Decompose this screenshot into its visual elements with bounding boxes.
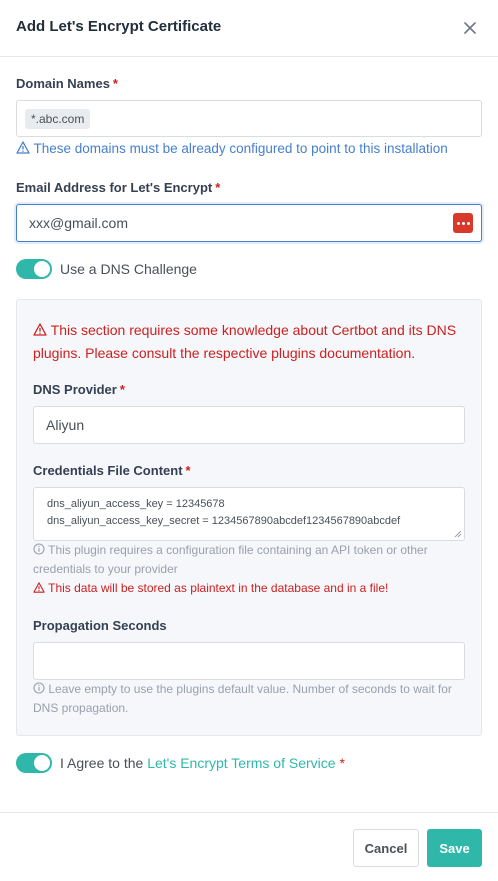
domain-tag[interactable]: *.abc.com: [25, 109, 91, 129]
warning-triangle-icon: [33, 323, 47, 336]
warning-triangle-icon: [33, 582, 45, 593]
info-circle-icon: [33, 543, 45, 555]
dns-challenge-panel: This section requires some knowledge abo…: [16, 299, 482, 736]
tos-link[interactable]: Let's Encrypt Terms of Service: [147, 755, 335, 771]
password-manager-icon[interactable]: [453, 213, 473, 233]
info-circle-icon: [33, 682, 45, 694]
credentials-textarea[interactable]: dns_aliyun_access_key = 12345678 dns_ali…: [33, 487, 465, 541]
agree-tos-label: I Agree to the Let's Encrypt Terms of Se…: [60, 755, 345, 771]
footer-divider: [0, 812, 498, 813]
dns-provider-label: DNS Provider *: [33, 382, 125, 397]
save-button[interactable]: Save: [427, 829, 482, 867]
credentials-info: This plugin requires a configuration fil…: [33, 543, 428, 576]
domain-names-input[interactable]: *.abc.com: [16, 100, 482, 137]
credentials-label: Credentials File Content *: [33, 463, 191, 478]
credentials-warning: This data will be stored as plaintext in…: [33, 579, 463, 597]
domain-help: These domains must be already configured…: [16, 140, 486, 158]
required-mark: *: [185, 463, 191, 478]
required-mark: *: [339, 755, 345, 771]
agree-tos-toggle[interactable]: [16, 753, 52, 773]
close-button[interactable]: [456, 14, 484, 42]
required-mark: *: [119, 382, 125, 397]
cancel-button[interactable]: Cancel: [353, 829, 419, 867]
dns-challenge-toggle[interactable]: [16, 259, 52, 279]
email-label: Email Address for Let's Encrypt *: [16, 180, 221, 195]
modal-header: Add Let's Encrypt Certificate: [0, 0, 498, 57]
propagation-seconds-input[interactable]: [33, 642, 465, 680]
credentials-line-2: dns_aliyun_access_key_secret = 123456789…: [47, 515, 401, 527]
close-icon[interactable]: [464, 22, 476, 34]
email-value: xxx@gmail.com: [29, 215, 129, 231]
dns-panel-warning: This section requires some knowledge abo…: [33, 322, 457, 361]
dns-provider-value: Aliyun: [46, 417, 85, 433]
warning-triangle-icon: [16, 141, 30, 154]
propagation-label: Propagation Seconds: [33, 618, 167, 633]
domain-names-label: Domain Names *: [16, 76, 118, 91]
credentials-line-1: dns_aliyun_access_key = 12345678: [47, 498, 225, 510]
dns-provider-select[interactable]: Aliyun: [33, 406, 465, 444]
dns-challenge-label: Use a DNS Challenge: [60, 261, 197, 277]
required-mark: *: [112, 76, 118, 91]
required-mark: *: [215, 180, 221, 195]
modal-title: Add Let's Encrypt Certificate: [16, 18, 222, 35]
propagation-info: Leave empty to use the plugins default v…: [33, 682, 452, 715]
email-field[interactable]: xxx@gmail.com: [16, 204, 482, 242]
resize-handle-icon[interactable]: [454, 530, 462, 538]
